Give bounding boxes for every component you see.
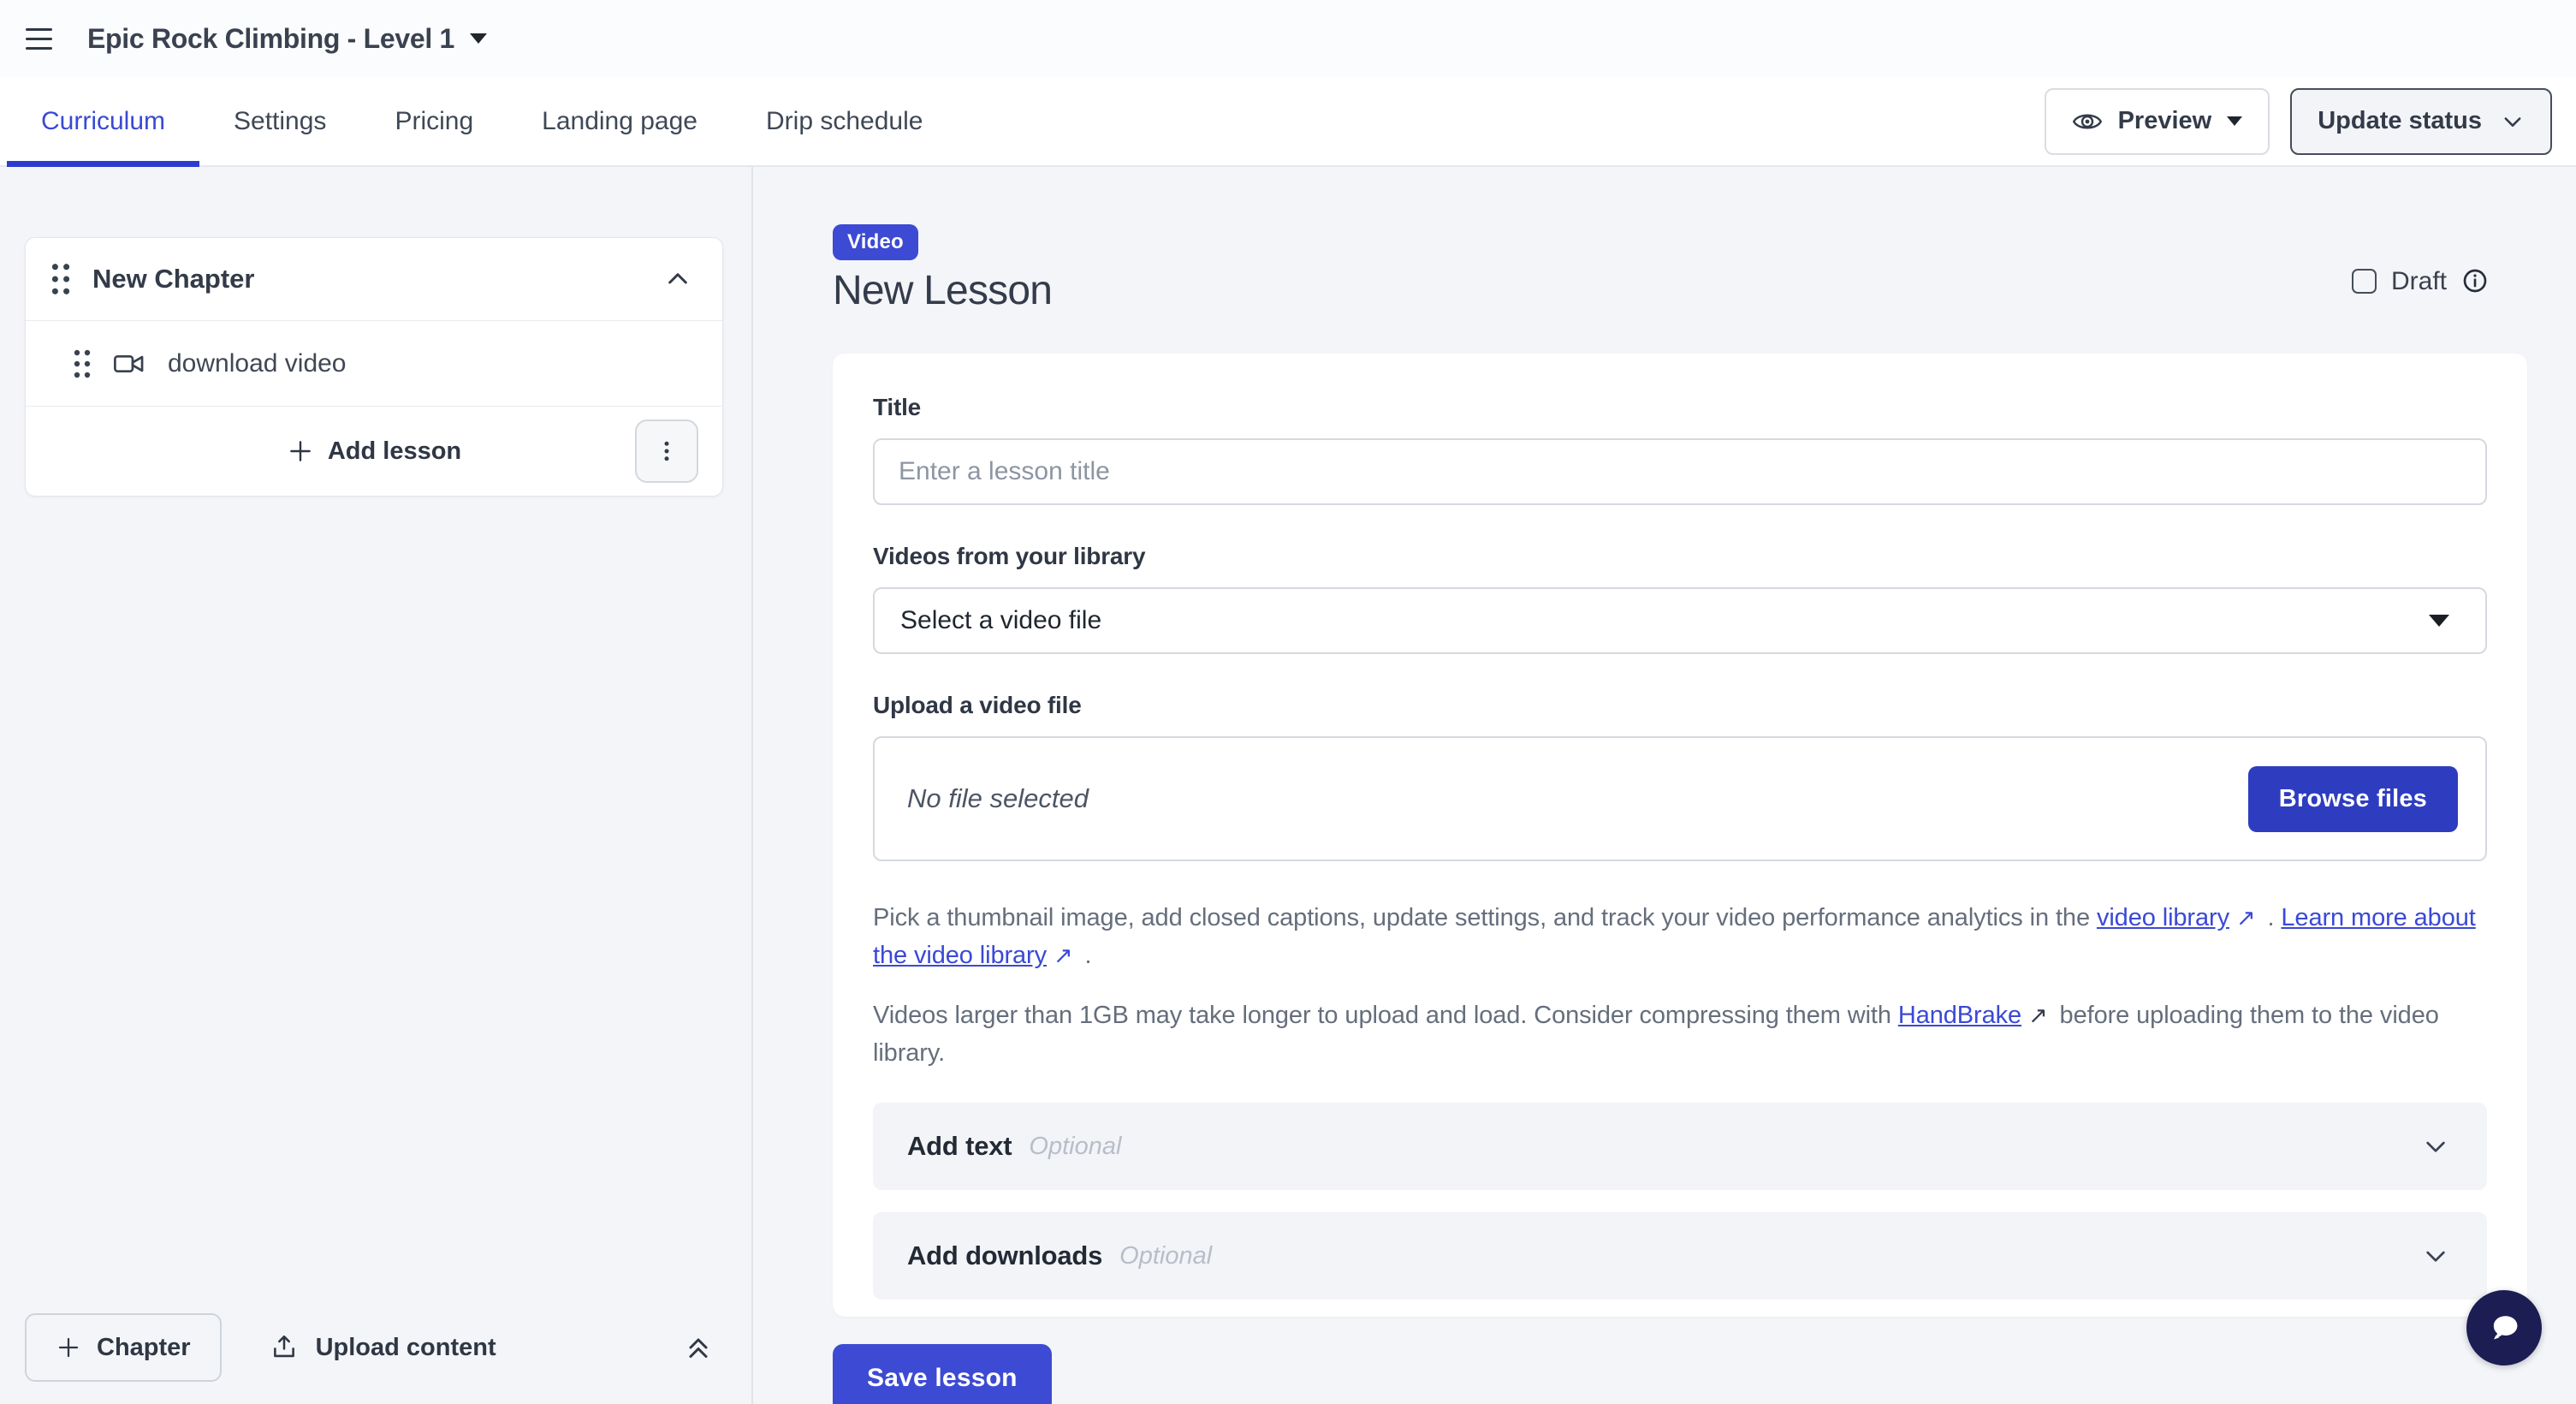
chat-widget-button[interactable] (2466, 1290, 2542, 1365)
double-chevron-up-icon (683, 1332, 714, 1363)
draft-label: Draft (2391, 267, 2447, 296)
upload-content-button[interactable]: Upload content (270, 1333, 496, 1362)
eye-icon (2072, 106, 2103, 137)
lesson-header: Video New Lesson Draft (833, 224, 2527, 314)
lesson-title: download video (168, 349, 347, 378)
chevron-down-icon (2422, 1242, 2449, 1270)
chapter-title: New Chapter (92, 264, 254, 294)
preview-button[interactable]: Preview (2045, 88, 2270, 155)
title-group: Title (873, 394, 2487, 505)
chevron-down-icon (2422, 1133, 2449, 1160)
plus-icon (287, 437, 314, 465)
add-lesson-label: Add lesson (328, 437, 461, 466)
plus-icon (56, 1335, 81, 1360)
lesson-item[interactable]: download video (26, 321, 722, 407)
curriculum-sidebar: New Chapter (0, 167, 753, 1404)
external-link-icon: ↗ (2229, 901, 2261, 936)
expand-add-downloads-button[interactable] (2422, 1242, 2449, 1270)
collapse-all-button[interactable] (683, 1332, 714, 1363)
help-paragraph-2: Videos larger than 1GB may take longer t… (873, 996, 2487, 1072)
video-file-select-value: Select a video file (900, 606, 1101, 635)
upload-video-label: Upload a video file (873, 692, 2487, 719)
optional-label: Optional (1029, 1133, 1121, 1161)
add-lesson-button[interactable]: Add lesson (287, 437, 461, 466)
page-title: New Lesson (833, 267, 1052, 314)
add-chapter-button[interactable]: Chapter (25, 1313, 222, 1382)
video-file-select[interactable]: Select a video file (873, 587, 2487, 654)
tab-curriculum[interactable]: Curriculum (7, 77, 199, 165)
preview-label: Preview (2118, 107, 2212, 135)
chat-bubble-icon (2482, 1306, 2526, 1350)
expand-add-text-button[interactable] (2422, 1133, 2449, 1160)
lesson-form-card: Title Videos from your library Select a … (833, 354, 2527, 1317)
add-downloads-label: Add downloads (907, 1240, 1102, 1271)
video-library-group: Videos from your library Select a video … (873, 543, 2487, 654)
tab-drip-schedule[interactable]: Drip schedule (732, 77, 957, 165)
lesson-type-badge: Video (833, 224, 918, 260)
video-library-label: Videos from your library (873, 543, 2487, 570)
save-lesson-button[interactable]: Save lesson (833, 1344, 1052, 1404)
optional-label: Optional (1119, 1242, 1212, 1270)
caret-down-icon (2227, 116, 2242, 126)
add-lesson-row: Add lesson (26, 407, 722, 496)
external-link-icon: ↗ (1047, 938, 1078, 973)
content: New Chapter (0, 167, 2576, 1404)
add-downloads-section[interactable]: Add downloads Optional (873, 1212, 2487, 1300)
file-dropzone[interactable]: No file selected Browse files (873, 736, 2487, 861)
sidebar-footer: Chapter Upload content (25, 1313, 714, 1382)
chevron-down-icon (2501, 110, 2525, 134)
video-camera-icon (113, 348, 145, 380)
tabbar: Curriculum Settings Pricing Landing page… (0, 77, 2576, 167)
topbar: Epic Rock Climbing - Level 1 (0, 0, 2576, 77)
tab-pricing[interactable]: Pricing (360, 77, 507, 165)
collapse-chapter-button[interactable] (664, 265, 691, 293)
kebab-menu-icon (654, 438, 680, 464)
help-text: Pick a thumbnail image, add closed capti… (873, 899, 2487, 1072)
update-status-label: Update status (2318, 107, 2482, 135)
add-text-section[interactable]: Add text Optional (873, 1103, 2487, 1190)
caret-down-icon (2429, 615, 2449, 627)
chapter-options-button[interactable] (635, 419, 698, 483)
hamburger-menu-icon[interactable] (26, 19, 65, 58)
external-link-icon: ↗ (2021, 998, 2053, 1033)
title-label: Title (873, 394, 2487, 421)
browse-files-button[interactable]: Browse files (2248, 766, 2458, 832)
update-status-button[interactable]: Update status (2290, 88, 2552, 155)
course-title: Epic Rock Climbing - Level 1 (87, 23, 454, 55)
handbrake-link[interactable]: HandBrake (1898, 1002, 2021, 1029)
add-chapter-label: Chapter (97, 1334, 191, 1362)
chevron-up-icon (664, 265, 691, 293)
no-file-text: No file selected (907, 783, 1089, 814)
chapter-header[interactable]: New Chapter (26, 238, 722, 321)
draft-toggle[interactable]: Draft (2352, 267, 2489, 314)
chapter-card: New Chapter (25, 237, 723, 497)
draft-checkbox[interactable] (2352, 269, 2377, 294)
drag-handle-icon[interactable] (51, 263, 70, 295)
upload-icon (270, 1333, 299, 1362)
tab-landing-page[interactable]: Landing page (507, 77, 732, 165)
lesson-title-input[interactable] (873, 438, 2487, 505)
caret-down-icon (470, 33, 487, 44)
course-builder-app: Epic Rock Climbing - Level 1 Curriculum … (0, 0, 2576, 1404)
lesson-editor: Video New Lesson Draft (753, 167, 2576, 1404)
help-paragraph-1: Pick a thumbnail image, add closed capti… (873, 899, 2487, 974)
upload-content-label: Upload content (316, 1334, 496, 1362)
info-icon[interactable] (2461, 267, 2489, 294)
add-text-label: Add text (907, 1131, 1012, 1162)
tabs: Curriculum Settings Pricing Landing page… (7, 77, 957, 165)
upload-group: Upload a video file No file selected Bro… (873, 692, 2487, 861)
course-title-dropdown[interactable]: Epic Rock Climbing - Level 1 (87, 23, 487, 55)
header-actions: Preview Update status (2045, 77, 2552, 165)
tab-settings[interactable]: Settings (199, 77, 360, 165)
video-library-link[interactable]: video library (2097, 904, 2229, 931)
drag-handle-icon[interactable] (74, 349, 91, 378)
